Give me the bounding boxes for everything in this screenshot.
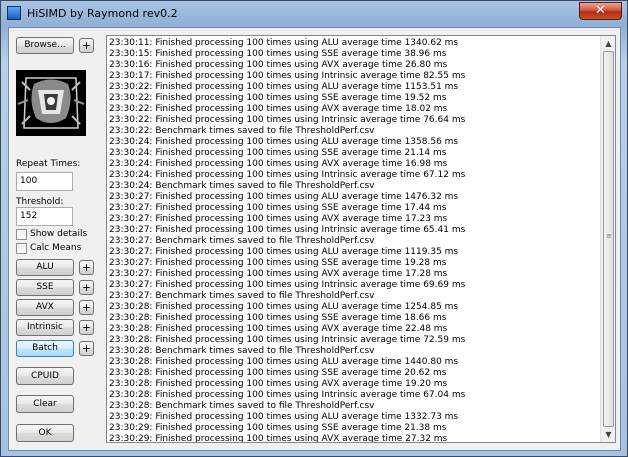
main-window: HiSIMD by Raymond rev0.2 ✕ Browse... + R… xyxy=(0,0,628,457)
log-line: 23:30:28: Finished processing 100 times … xyxy=(109,335,466,345)
log-line: 23:30:28: Finished processing 100 times … xyxy=(109,313,447,323)
log-line: 23:30:27: Finished processing 100 times … xyxy=(109,192,459,202)
log-line: 23:30:24: Finished processing 100 times … xyxy=(109,170,466,180)
log-line: 23:30:29: Finished processing 100 times … xyxy=(109,423,447,433)
log-line: 23:30:27: Finished processing 100 times … xyxy=(109,258,447,268)
threshold-input[interactable]: 152 xyxy=(16,207,73,226)
log-line: 23:30:27: Finished processing 100 times … xyxy=(109,247,459,257)
show-details-label: Show details xyxy=(30,229,88,239)
intrinsic-button[interactable]: Intrinsic xyxy=(16,319,74,336)
window-title: HiSIMD by Raymond rev0.2 xyxy=(27,7,178,20)
client-area: Browse... + Repeat Times: 100 Threshold:… xyxy=(8,27,621,451)
log-line: 23:30:29: Finished processing 100 times … xyxy=(109,434,448,443)
sse-button[interactable]: SSE xyxy=(16,279,74,296)
show-details-checkbox[interactable] xyxy=(16,229,27,240)
sse-plus-button[interactable]: + xyxy=(79,280,94,295)
log-line: 23:30:15: Finished processing 100 times … xyxy=(109,49,447,59)
threshold-label: Threshold: xyxy=(16,197,64,207)
cpuid-button[interactable]: CPUID xyxy=(16,367,74,385)
log-output[interactable]: 23:30:11: Finished processing 100 times … xyxy=(106,35,616,443)
log-line: 23:30:27: Finished processing 100 times … xyxy=(109,203,447,213)
log-lines: 23:30:11: Finished processing 100 times … xyxy=(109,38,599,443)
log-line: 23:30:24: Finished processing 100 times … xyxy=(109,137,459,147)
log-line: 23:30:22: Finished processing 100 times … xyxy=(109,93,447,103)
close-button[interactable]: ✕ xyxy=(579,2,622,20)
log-line: 23:30:22: Finished processing 100 times … xyxy=(109,82,459,92)
log-line: 23:30:22: Finished processing 100 times … xyxy=(109,104,448,114)
log-line: 23:30:27: Finished processing 100 times … xyxy=(109,214,448,224)
log-line: 23:30:27: Benchmark times saved to file … xyxy=(109,236,375,246)
scroll-thumb[interactable]: ≡ xyxy=(603,51,614,427)
alu-button[interactable]: ALU xyxy=(16,259,74,276)
alu-plus-button[interactable]: + xyxy=(79,260,94,275)
log-line: 23:30:27: Benchmark times saved to file … xyxy=(109,291,375,301)
log-line: 23:30:28: Finished processing 100 times … xyxy=(109,324,448,334)
log-line: 23:30:24: Benchmark times saved to file … xyxy=(109,181,375,191)
log-line: 23:30:28: Finished processing 100 times … xyxy=(109,390,466,400)
log-line: 23:30:16: Finished processing 100 times … xyxy=(109,60,448,70)
intrinsic-plus-button[interactable]: + xyxy=(79,320,94,335)
scroll-grip-icon: ≡ xyxy=(606,232,612,240)
log-line: 23:30:29: Finished processing 100 times … xyxy=(109,412,459,422)
log-line: 23:30:28: Finished processing 100 times … xyxy=(109,357,459,367)
log-line: 23:30:17: Finished processing 100 times … xyxy=(109,71,466,81)
log-line: 23:30:28: Finished processing 100 times … xyxy=(109,302,459,312)
scroll-up-icon[interactable]: ▲ xyxy=(601,36,615,51)
ok-button[interactable]: OK xyxy=(16,424,74,442)
clear-button[interactable]: Clear xyxy=(16,395,74,413)
batch-plus-button[interactable]: + xyxy=(79,341,94,356)
title-bar[interactable]: HiSIMD by Raymond rev0.2 ✕ xyxy=(1,1,627,27)
app-icon xyxy=(7,6,21,20)
log-line: 23:30:27: Finished processing 100 times … xyxy=(109,280,466,290)
avx-plus-button[interactable]: + xyxy=(79,300,94,315)
scroll-down-icon[interactable]: ▼ xyxy=(601,427,615,442)
preview-image-graphic xyxy=(16,70,86,136)
vertical-scrollbar[interactable]: ▲ ≡ ▼ xyxy=(600,36,615,442)
log-line: 23:30:22: Benchmark times saved to file … xyxy=(109,126,375,136)
log-line: 23:30:11: Finished processing 100 times … xyxy=(109,38,459,48)
log-line: 23:30:22: Finished processing 100 times … xyxy=(109,115,466,125)
batch-button[interactable]: Batch xyxy=(16,340,74,357)
log-line: 23:30:28: Finished processing 100 times … xyxy=(109,368,447,378)
browse-plus-button[interactable]: + xyxy=(79,38,94,53)
log-line: 23:30:24: Finished processing 100 times … xyxy=(109,148,447,158)
calc-means-checkbox[interactable] xyxy=(16,243,27,254)
browse-button[interactable]: Browse... xyxy=(16,37,74,54)
log-line: 23:30:27: Finished processing 100 times … xyxy=(109,225,466,235)
log-line: 23:30:28: Benchmark times saved to file … xyxy=(109,346,375,356)
avx-button[interactable]: AVX xyxy=(16,299,74,316)
repeat-times-input[interactable]: 100 xyxy=(16,172,73,191)
log-line: 23:30:24: Finished processing 100 times … xyxy=(109,159,448,169)
preview-image xyxy=(16,70,86,136)
log-line: 23:30:28: Benchmark times saved to file … xyxy=(109,401,375,411)
calc-means-label: Calc Means xyxy=(30,243,82,253)
log-line: 23:30:27: Finished processing 100 times … xyxy=(109,269,448,279)
log-line: 23:30:28: Finished processing 100 times … xyxy=(109,379,448,389)
repeat-times-label: Repeat Times: xyxy=(16,159,81,169)
